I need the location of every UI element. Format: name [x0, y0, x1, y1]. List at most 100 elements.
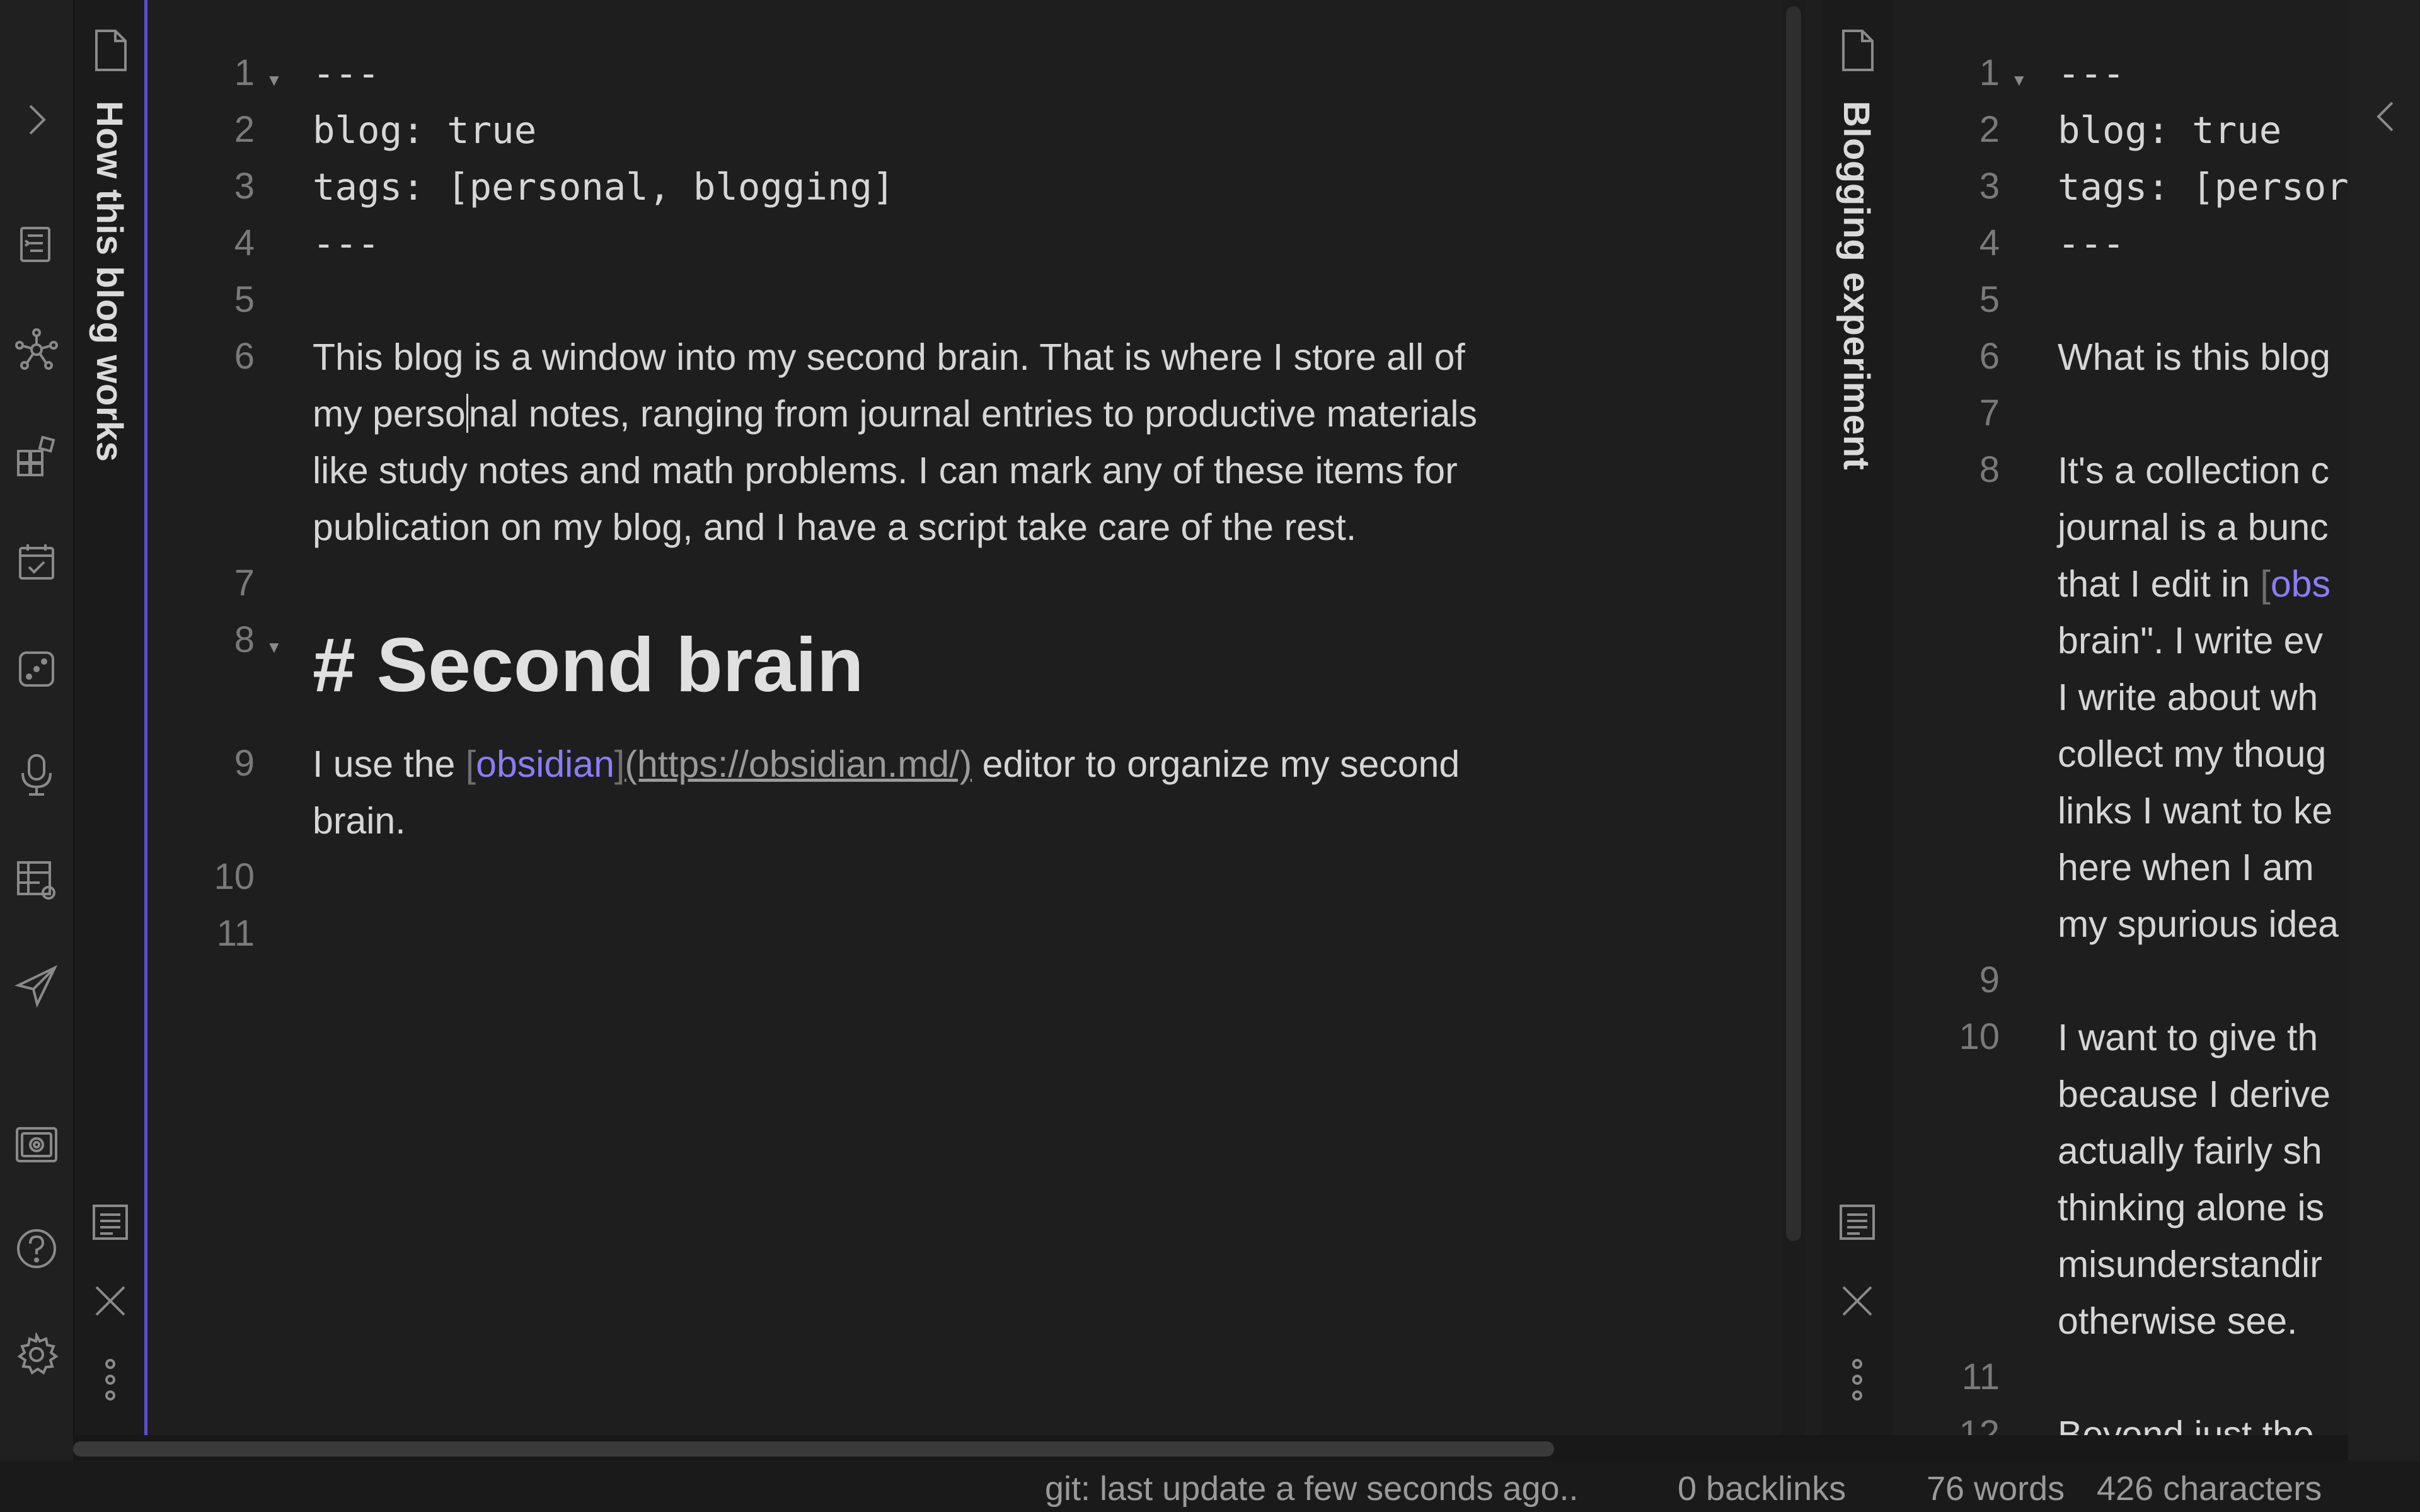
right-sidebar-collapsed — [2348, 0, 2420, 1460]
line-number: 3 — [234, 166, 255, 207]
quick-switcher-icon[interactable] — [11, 219, 62, 270]
close-icon[interactable] — [85, 1276, 135, 1326]
right-editor-pane[interactable]: 1 ▼ --- 2 blog: true 3 tags: [persor 4 -… — [1893, 0, 2348, 1435]
text-line: This blog is a window into my second bra… — [313, 336, 1465, 378]
git-status[interactable]: git: last update a few seconds ago.. — [1045, 1469, 1579, 1508]
right-pane-title[interactable]: Blogging experiment — [1835, 101, 1877, 470]
line-number: 8 — [1979, 449, 2000, 490]
vault-icon[interactable] — [11, 1120, 62, 1170]
line-number: 5 — [234, 279, 255, 320]
obsidian-link[interactable]: obsidian — [476, 743, 614, 785]
workspace-horizontal-scrollbar[interactable] — [73, 1435, 2348, 1460]
line-number: 2 — [234, 109, 255, 150]
paragraph[interactable]: This blog is a window into my second bra… — [313, 329, 1762, 556]
microphone-icon[interactable] — [11, 750, 62, 800]
reading-view-icon[interactable] — [85, 1197, 135, 1247]
obsidian-link[interactable]: obs — [2271, 563, 2331, 605]
text-line: publication on my blog, and I have a scr… — [313, 507, 1357, 548]
frontmatter-line: tags: [persor — [2058, 165, 2348, 209]
text-line: my spurious idea — [2058, 903, 2339, 945]
line-number: 4 — [234, 222, 255, 263]
text-line: collect my thoug — [2058, 733, 2327, 775]
left-pane-title[interactable]: How this blog works — [88, 101, 130, 462]
line-number: 9 — [1979, 959, 2000, 1000]
character-count: 426 characters — [2097, 1470, 2322, 1508]
paragraph[interactable]: I want to give th because I derive actua… — [2058, 1009, 2331, 1349]
line-number: 10 — [214, 856, 255, 897]
text-line: here when I am — [2058, 847, 2314, 888]
help-icon[interactable] — [11, 1223, 62, 1274]
text-line: because I derive — [2058, 1074, 2331, 1115]
right-pane-header: Blogging experiment — [1821, 0, 1893, 1435]
left-pane-header: How this blog works — [74, 0, 146, 1435]
daily-note-calendar-icon[interactable] — [11, 537, 62, 587]
fold-arrow-icon[interactable]: ▼ — [266, 71, 282, 90]
more-options-icon[interactable] — [85, 1354, 135, 1405]
text-line: Beyond just the — [2058, 1414, 2314, 1435]
line-number: 11 — [216, 913, 255, 954]
random-note-dice-icon[interactable] — [11, 644, 62, 694]
word-count: 76 words — [1927, 1470, 2065, 1508]
fold-arrow-icon[interactable]: ▼ — [2011, 71, 2027, 90]
text-line: It's a collection c — [2058, 450, 2330, 491]
backlinks-count[interactable]: 0 backlinks — [1678, 1469, 1846, 1508]
left-pane-scrollbar[interactable] — [1782, 0, 1805, 1435]
text-line: I use the [obsidian](https://obsidian.md… — [313, 743, 1460, 785]
paragraph[interactable]: It's a collection c journal is a bunc th… — [2058, 442, 2339, 953]
reading-view-icon[interactable] — [1832, 1197, 1882, 1247]
text-line: thinking alone is — [2058, 1187, 2325, 1228]
line-number: 12 — [1959, 1413, 2000, 1435]
frontmatter-line: tags: [personal, blogging] — [313, 165, 895, 209]
scrollbar-thumb[interactable] — [73, 1441, 1554, 1457]
publish-send-icon[interactable] — [11, 961, 62, 1011]
heading-second-brain: # Second brain — [313, 622, 864, 707]
text-line: that I edit in [obs — [2058, 563, 2331, 605]
text-line: my personal notes, ranging from journal … — [313, 393, 1478, 435]
frontmatter-line: --- — [2058, 52, 2125, 95]
plugins-grid-icon[interactable] — [11, 432, 62, 482]
line-number: 7 — [1979, 392, 2000, 433]
line-number: 1 — [1979, 52, 2000, 93]
line-number: 9 — [234, 743, 255, 784]
expand-chevron-icon[interactable] — [11, 94, 62, 145]
line-number: 10 — [1959, 1016, 2000, 1057]
paragraph[interactable]: I use the [obsidian](https://obsidian.md… — [313, 736, 1762, 849]
text-line: I write about wh — [2058, 677, 2319, 718]
line-number: 5 — [1979, 279, 2000, 320]
expand-right-sidebar-icon[interactable] — [2373, 98, 2399, 139]
settings-gear-icon[interactable] — [11, 1329, 62, 1380]
text-line: I want to give th — [2058, 1017, 2319, 1058]
file-icon — [1832, 25, 1882, 76]
frontmatter-line: blog: true — [2058, 108, 2282, 152]
line-number: 2 — [1979, 109, 2000, 150]
text-line: brain. — [313, 800, 406, 842]
text-line: misunderstandir — [2058, 1244, 2322, 1285]
text-line: like study notes and math problems. I ca… — [313, 450, 1458, 491]
left-ribbon — [0, 0, 74, 1512]
line-number: 6 — [1979, 336, 2000, 377]
table-settings-icon[interactable] — [11, 856, 62, 906]
line-number: 8 — [234, 619, 255, 660]
frontmatter-line: blog: true — [313, 108, 537, 152]
scrollbar-thumb[interactable] — [1786, 6, 1801, 1241]
text-line: brain". I write ev — [2058, 620, 2323, 662]
line-number: 7 — [234, 563, 255, 604]
text-line: otherwise see. — [2058, 1300, 2298, 1342]
frontmatter-line: --- — [313, 52, 380, 95]
graph-view-icon[interactable] — [11, 324, 62, 375]
line-number: 4 — [1979, 222, 2000, 263]
left-editor-pane[interactable]: 1 ▼ --- 2 blog: true 3 tags: [personal, … — [147, 0, 1782, 1435]
fold-arrow-icon[interactable]: ▼ — [266, 638, 282, 657]
more-options-icon[interactable] — [1832, 1354, 1882, 1405]
text-line: links I want to ke — [2058, 790, 2333, 832]
obsidian-url-link[interactable]: (https://obsidian.md/) — [625, 743, 972, 785]
text-line: journal is a bunc — [2058, 507, 2329, 548]
frontmatter-line: --- — [2058, 222, 2125, 265]
line-number: 6 — [234, 336, 255, 377]
close-icon[interactable] — [1832, 1276, 1882, 1326]
text-line: actually fairly sh — [2058, 1130, 2322, 1172]
line-number: 3 — [1979, 166, 2000, 207]
frontmatter-line: --- — [313, 222, 380, 265]
text-line: What is this blog — [2058, 336, 2331, 378]
line-number: 11 — [1961, 1356, 2000, 1397]
